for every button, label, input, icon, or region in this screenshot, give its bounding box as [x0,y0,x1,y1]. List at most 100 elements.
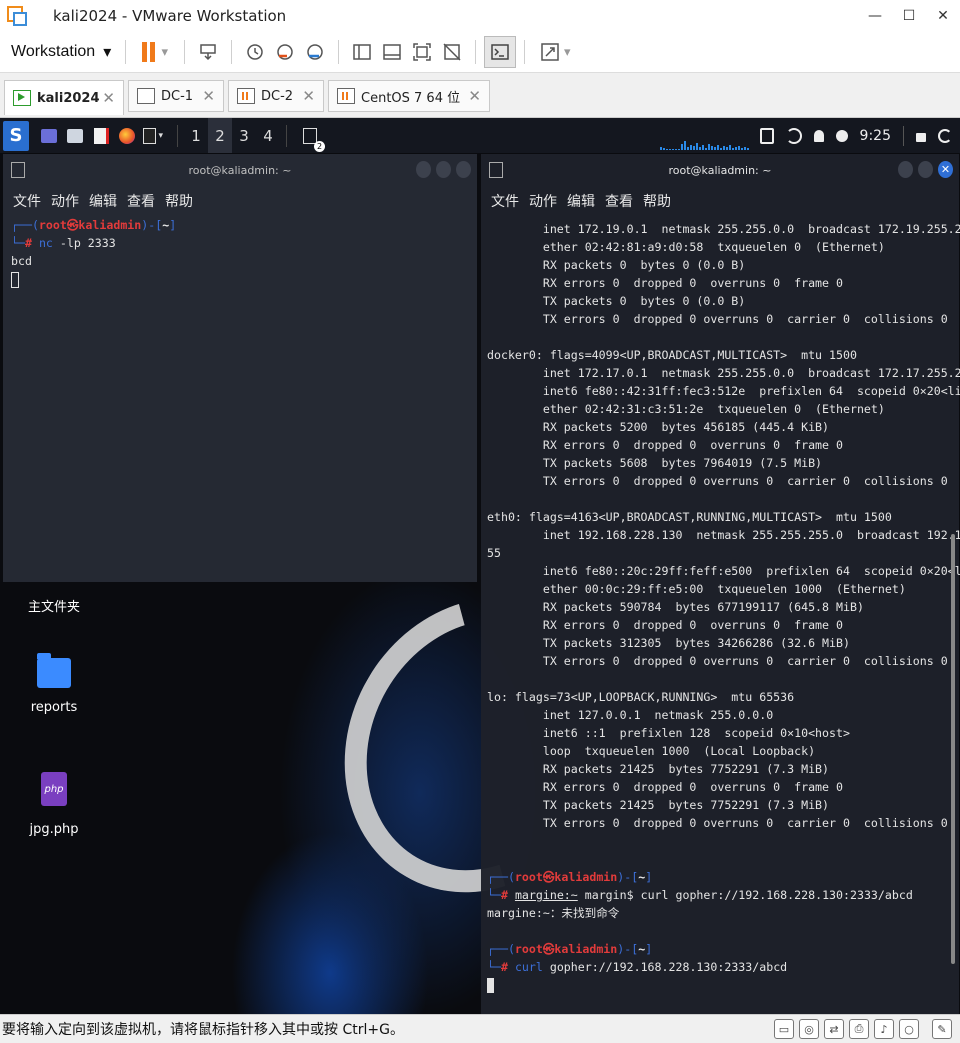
menu-file[interactable]: 文件 [491,191,519,211]
command-args: gopher://192.168.228.130:2333/abcd [542,960,788,974]
snapshot-revert-icon [277,44,293,60]
terminal-menubar: 文件 动作 编辑 查看 帮助 [3,186,477,216]
logout-icon[interactable] [938,128,952,143]
workstation-menu-label: Workstation [11,43,96,60]
menu-view[interactable]: 查看 [127,191,155,211]
snapshot-manager-button[interactable] [300,37,330,67]
message-log-icon[interactable]: ✎ [932,1019,952,1039]
maximize-button[interactable] [436,161,451,178]
close-button[interactable] [456,161,471,178]
command-rest: margin$ curl gopher://192.168.228.130:23… [577,888,913,902]
close-icon[interactable]: ✕ [468,87,481,105]
workstation-menu[interactable]: Workstation ▾ [11,42,111,62]
vm-tabs-bar: kali2024 ✕ DC-1 ✕ DC-2 ✕ CentOS 7 64 位 ✕ [0,73,960,118]
menu-view[interactable]: 查看 [605,191,633,211]
menu-help[interactable]: 帮助 [643,191,671,211]
menu-edit[interactable]: 编辑 [567,191,595,211]
panel-divider [286,124,287,147]
hard-disk-icon[interactable]: ▭ [774,1019,794,1039]
desktop-icon-reports[interactable]: reports [9,653,99,715]
workspace-3[interactable]: 3 [232,118,256,153]
snapshot-revert-button[interactable] [270,37,300,67]
toolbar-divider [125,40,127,64]
terminal-window-icon [489,162,503,178]
error-line: margine:~：未找到命令 [487,906,620,920]
clipboard-icon[interactable] [759,127,774,144]
desktop-icon-label: 主文件夹 [27,600,80,615]
tab-label: DC-2 [261,88,294,104]
close-button[interactable]: ✕ [926,0,960,32]
tab-centos[interactable]: CentOS 7 64 位 ✕ [328,80,490,112]
snapshot-take-button[interactable] [240,37,270,67]
file-manager-icon[interactable] [65,126,85,146]
close-icon[interactable]: ✕ [102,89,115,107]
tab-dc-2[interactable]: DC-2 ✕ [228,80,324,112]
minimize-button[interactable] [898,161,913,178]
pause-button[interactable]: ▾ [134,37,176,67]
show-desktop-icon[interactable] [39,126,59,146]
terminal-title: root@kaliadmin: ~ [668,163,772,177]
network-send-icon [200,44,216,61]
menu-action[interactable]: 动作 [529,191,557,211]
maximize-button[interactable]: ☐ [892,0,926,32]
notification-bell-icon[interactable] [813,129,824,142]
terminal-titlebar[interactable]: root@kaliadmin: ~ ✕ [481,154,959,186]
menu-help[interactable]: 帮助 [165,191,193,211]
text-editor-icon[interactable] [91,126,111,146]
printer-icon[interactable]: ⎙ [849,1019,869,1039]
terminal-title: root@kaliadmin: ~ [188,163,292,177]
stretch-guest-button[interactable]: ▾ [533,37,577,67]
close-button[interactable]: ✕ [938,161,953,178]
usb-controller-icon[interactable]: ○ [899,1019,919,1039]
menu-action[interactable]: 动作 [51,191,79,211]
panel-divider [177,124,178,147]
tab-dc-1[interactable]: DC-1 ✕ [128,80,224,112]
device-status-icons: ▭ ◎ ⇄ ⎙ ♪ ○ ✎ [774,1019,952,1039]
workspace-1[interactable]: 1 [184,118,208,153]
console-view-button[interactable] [484,36,517,68]
send-ctrl-alt-del-button[interactable] [193,37,223,67]
minimize-button[interactable]: — [858,0,892,32]
lock-screen-icon[interactable] [916,133,926,142]
close-icon[interactable]: ✕ [202,87,215,105]
command-underlined: margine:~ [514,888,578,902]
desktop-icon-label: reports [30,700,78,715]
kali-menu-button[interactable]: S [3,120,29,151]
desktop-icon-home[interactable]: 主文件夹 [9,596,99,615]
close-icon[interactable]: ✕ [302,87,315,105]
terminal-taskbar-item[interactable]: 2 [299,126,325,152]
guest-display[interactable]: S ▾ 1 2 3 4 2 9:25 主文件夹 reports php jpg.… [0,118,960,1014]
terminal-launcher-icon[interactable]: ▾ [143,126,163,146]
terminal-scrollbar[interactable] [951,534,955,964]
terminal-output[interactable]: inet 172.19.0.1 netmask 255.255.0.0 broa… [481,216,960,994]
left-terminal-window[interactable]: root@kaliadmin: ~ 文件 动作 编辑 查看 帮助 ┌──(roo… [3,154,477,582]
terminal-titlebar[interactable]: root@kaliadmin: ~ [3,154,477,186]
view-sidebar-button[interactable] [347,37,377,67]
toolbar-divider [475,40,477,64]
workspace-2[interactable]: 2 [208,118,232,153]
vm-paused-icon [337,88,355,104]
firefox-icon[interactable] [117,126,137,146]
terminal-cursor [487,978,494,993]
view-thumbnail-button[interactable] [377,37,407,67]
menu-edit[interactable]: 编辑 [89,191,117,211]
window-count-badge: 2 [314,140,325,152]
power-manager-icon[interactable] [835,129,848,142]
maximize-button[interactable] [918,161,933,178]
network-adapter-icon[interactable]: ⇄ [824,1019,844,1039]
sound-card-icon[interactable]: ♪ [874,1019,894,1039]
command-name: curl [514,960,543,974]
workspace-4[interactable]: 4 [256,118,280,153]
minimize-button[interactable] [416,161,431,178]
desktop-icon-jpg-php[interactable]: php jpg.php [9,772,99,837]
tab-kali2024[interactable]: kali2024 ✕ [4,80,124,115]
cd-rom-icon[interactable]: ◎ [799,1019,819,1039]
fullscreen-button[interactable] [407,37,437,67]
menu-file[interactable]: 文件 [13,191,41,211]
volume-icon[interactable] [785,127,802,144]
terminal-output[interactable]: ┌──(root㉿kaliadmin)-[~] └─# nc -lp 2333 … [3,216,477,288]
right-terminal-window[interactable]: root@kaliadmin: ~ ✕ 文件 动作 编辑 查看 帮助 inet … [481,154,960,1014]
sidebar-layout-icon [353,44,371,60]
clock[interactable]: 9:25 [860,128,891,144]
unity-button[interactable] [437,37,467,67]
